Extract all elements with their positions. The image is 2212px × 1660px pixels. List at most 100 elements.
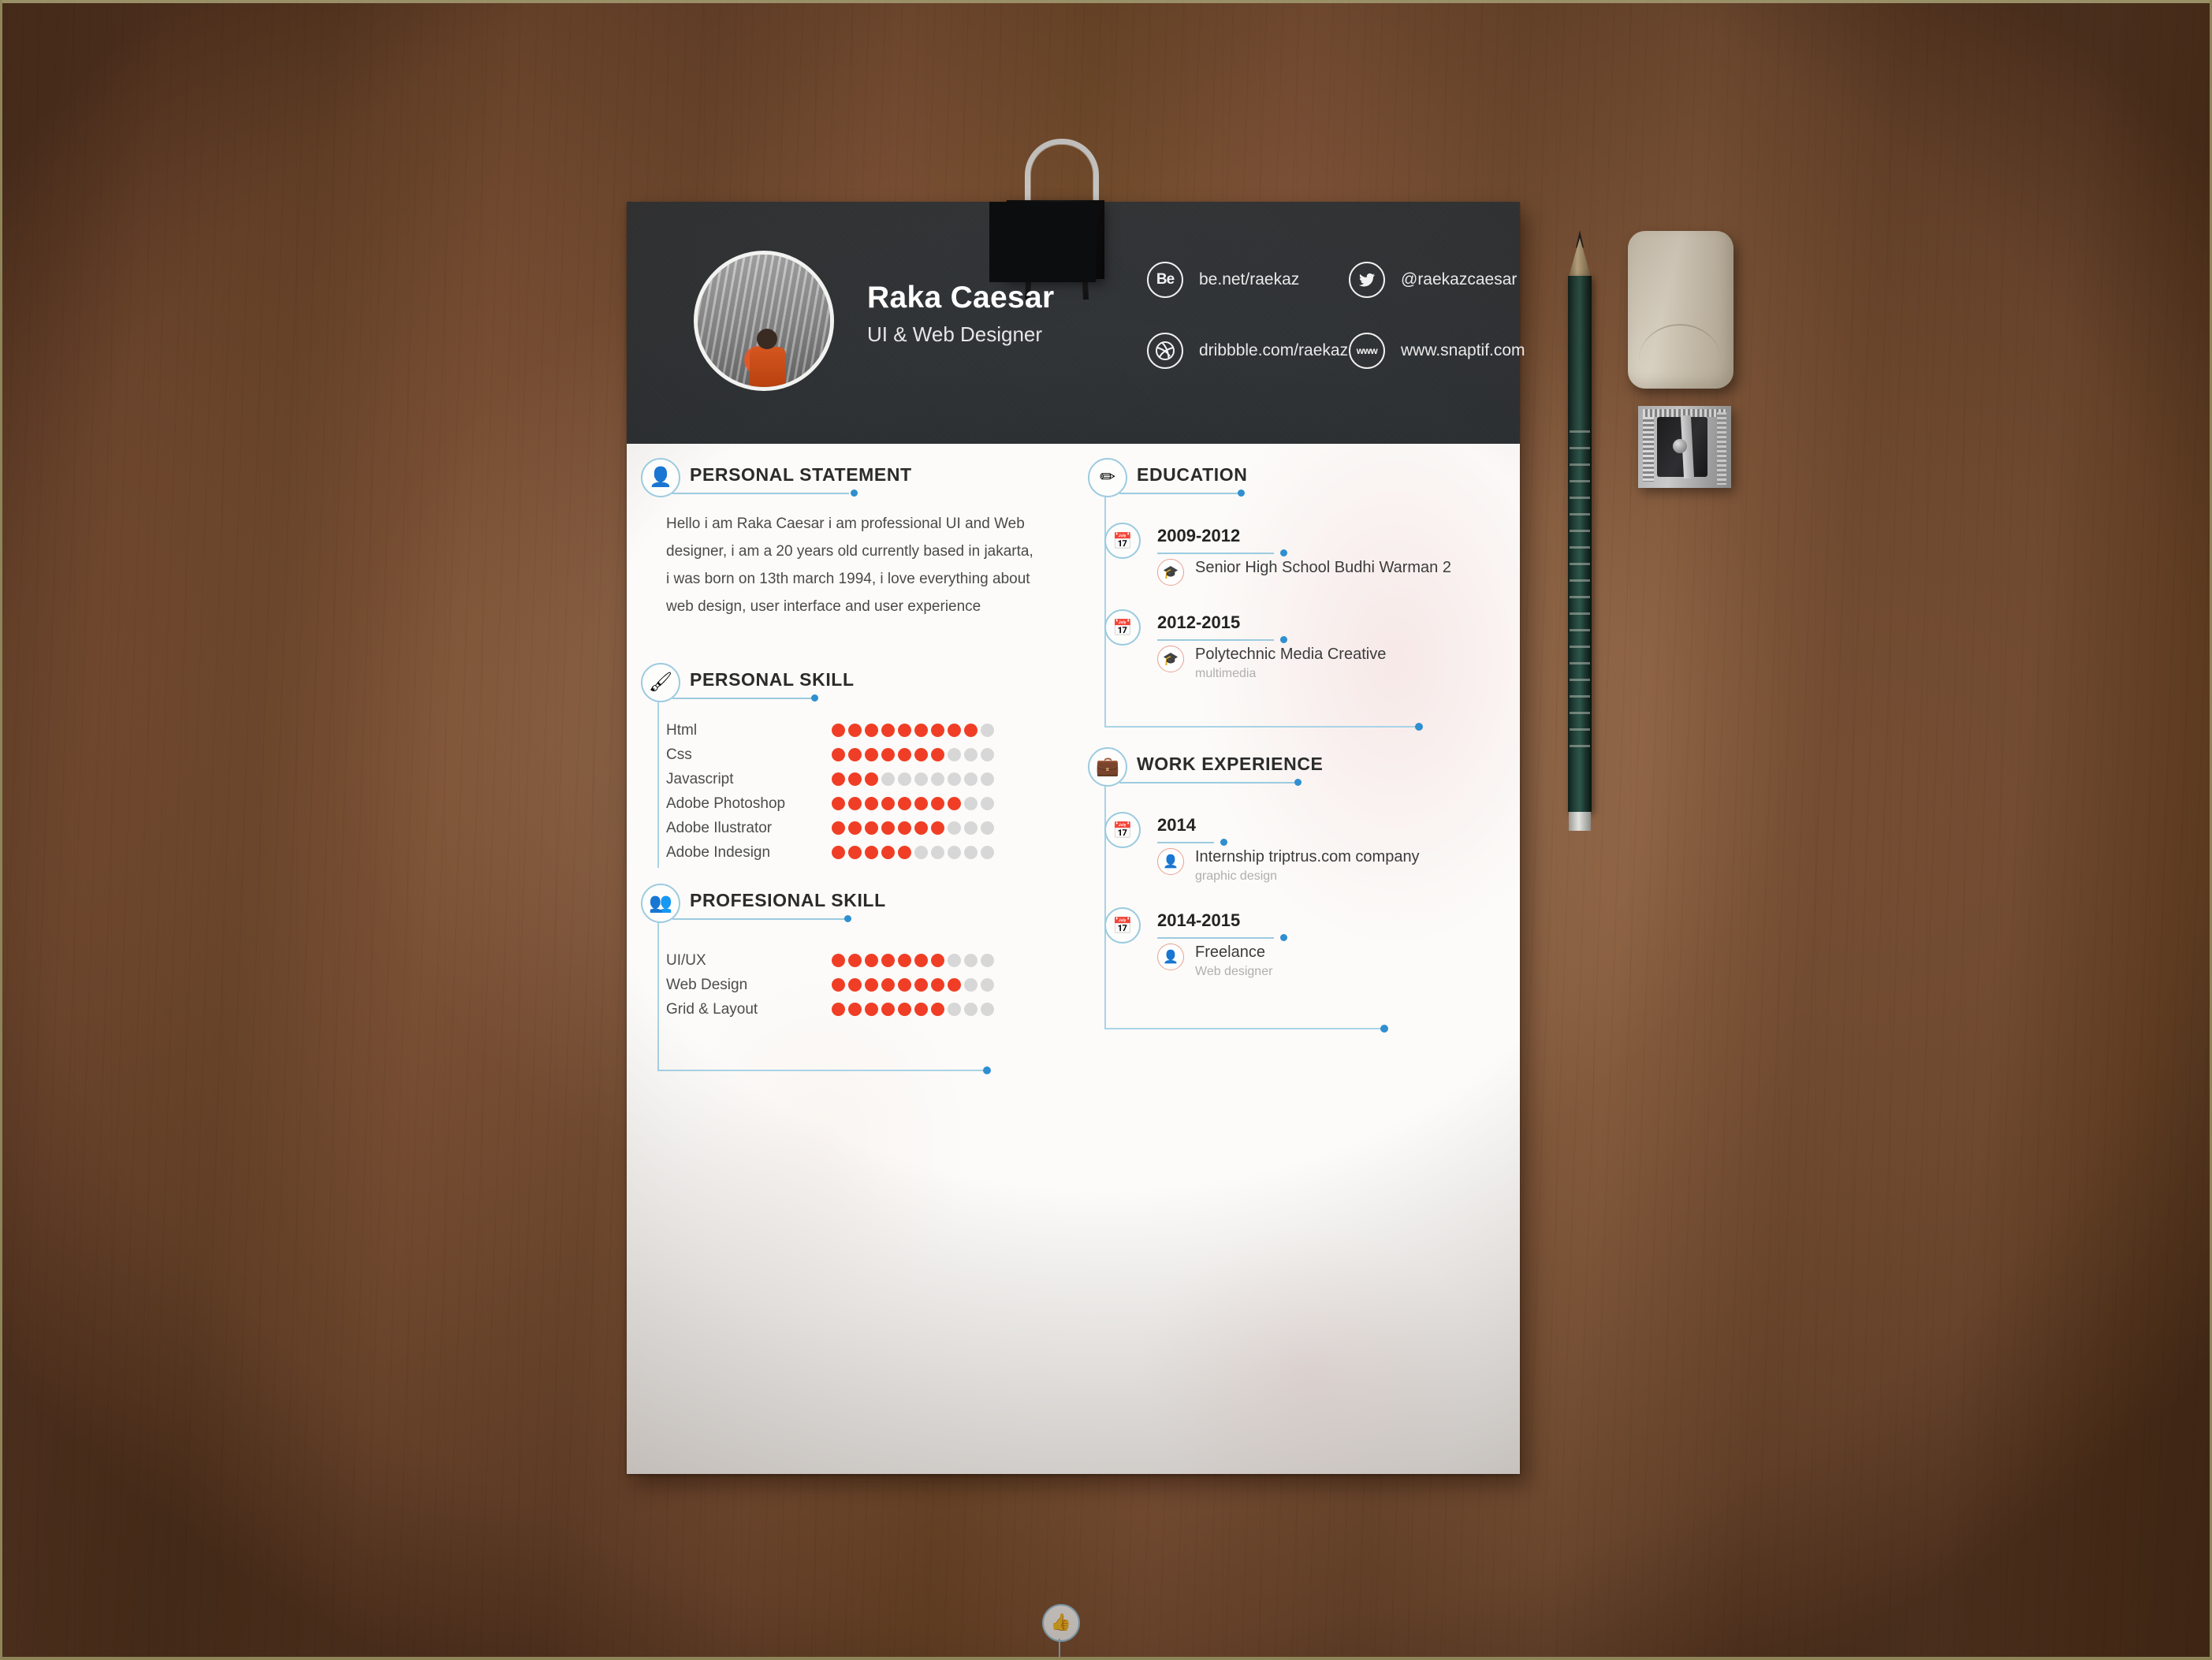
- rating-dot-filled: [865, 748, 878, 761]
- person-icon: 👤: [641, 458, 680, 497]
- rating-dot-filled: [948, 978, 961, 992]
- timeline-year: 2009-2012: [1157, 526, 1241, 545]
- rating-dot-filled: [832, 724, 845, 737]
- graduation-cap-icon: 🎓: [1157, 646, 1184, 672]
- rating-dot-filled: [848, 954, 862, 967]
- section-underline: [1119, 782, 1294, 783]
- rating-dot-filled: [931, 748, 944, 761]
- timeline-entry: 🎓 Polytechnic Media Creative multimedia: [1157, 646, 1498, 681]
- skill-label: Adobe Indesign: [666, 843, 771, 861]
- section-education: ✏ EDUCATION 📅 2009-2012 🎓 Senior High Schoo…: [1088, 458, 1498, 731]
- rating-dot-empty: [964, 797, 978, 810]
- rating-dot-empty: [964, 978, 978, 992]
- rating-dot-empty: [964, 1003, 978, 1016]
- social-link-dribbble[interactable]: dribbble.com/raekaz: [1147, 333, 1348, 369]
- social-link-twitter[interactable]: @raekazcaesar: [1349, 262, 1517, 298]
- rating-dot-empty: [964, 954, 978, 967]
- section-education-header: ✏ EDUCATION: [1088, 458, 1498, 499]
- twitter-icon: [1349, 262, 1385, 298]
- rating-dot-empty: [981, 724, 994, 737]
- section-title: WORK EXPERIENCE: [1137, 754, 1324, 774]
- rating-dot-filled: [832, 748, 845, 761]
- work-experience-list: 📅 2014 👤 Internship triptrus.com company gra…: [1104, 812, 1498, 979]
- rating-dot-filled: [848, 1003, 862, 1016]
- rating-dot-filled: [832, 772, 845, 786]
- rating-dot-filled: [881, 978, 895, 992]
- dribbble-icon: [1147, 333, 1183, 369]
- thumbs-up-icon: 👍: [1042, 1604, 1080, 1642]
- calendar-icon: 📅: [1104, 812, 1141, 848]
- rating-dot-filled: [865, 821, 878, 835]
- skill-row: Adobe Photoshop: [666, 791, 1067, 816]
- frame-edge-top: [0, 0, 2212, 3]
- rating-dot-filled: [832, 797, 845, 810]
- calendar-icon: 📅: [1104, 523, 1141, 559]
- rating-dot-empty: [981, 846, 994, 859]
- rating-dot-empty: [981, 772, 994, 786]
- timeline-title: Senior High School Budhi Warman 2: [1195, 559, 1451, 576]
- skill-label: Css: [666, 746, 692, 763]
- timeline-entry: 🎓 Senior High School Budhi Warman 2: [1157, 559, 1498, 586]
- rating-dot-filled: [931, 978, 944, 992]
- timeline-foot: [1104, 1028, 1385, 1029]
- section-profesional-skill-header: 👥 PROFESIONAL SKILL: [641, 884, 1067, 925]
- social-link-behance[interactable]: Be be.net/raekaz: [1147, 262, 1299, 298]
- pencil-sharpener-object: [1638, 406, 1731, 488]
- rating-dot-filled: [914, 797, 928, 810]
- rating-dot-empty: [964, 772, 978, 786]
- rating-dot-filled: [898, 724, 911, 737]
- rating-dot-filled: [832, 978, 845, 992]
- skill-rating-dots: [832, 954, 994, 967]
- sharpener-knurl-left: [1643, 412, 1654, 482]
- skill-row: Adobe Ilustrator: [666, 816, 1067, 840]
- rating-dot-empty: [964, 846, 978, 859]
- graduation-cap-icon: 🎓: [1157, 559, 1184, 586]
- section-personal-skill: 🖌 PERSONAL SKILL Html Css Javascript Adobe …: [641, 663, 1067, 868]
- behance-glyph: Be: [1156, 271, 1175, 288]
- rating-dot-empty: [898, 772, 911, 786]
- rating-dot-empty: [981, 954, 994, 967]
- pencil-icon: ✏: [1088, 458, 1127, 497]
- rating-dot-filled: [865, 724, 878, 737]
- avatar: [694, 251, 834, 391]
- timeline-subtitle: graphic design: [1195, 869, 1278, 883]
- rating-dot-empty: [948, 846, 961, 859]
- rating-dot-filled: [848, 978, 862, 992]
- rating-dot-filled: [865, 1003, 878, 1016]
- eraser-crease: [1639, 324, 1721, 360]
- resume-paper-sheet: Raka Caesar UI & Web Designer Be be.net/…: [627, 202, 1525, 1660]
- skill-row: Css: [666, 743, 1067, 767]
- timeline-year: 2014-2015: [1157, 910, 1241, 930]
- clip-shadow: [989, 202, 1096, 282]
- section-underline: [1119, 493, 1238, 494]
- website-icon: www: [1349, 333, 1385, 369]
- timeline-title: Internship triptrus.com company: [1195, 848, 1420, 865]
- social-link-website[interactable]: www www.snaptif.com: [1349, 333, 1525, 369]
- education-list: 📅 2009-2012 🎓 Senior High School Budhi Warm…: [1104, 523, 1498, 681]
- section-work-experience-header: 💼 WORK EXPERIENCE: [1088, 747, 1498, 788]
- timeline-foot: [657, 1070, 988, 1071]
- section-personal-statement-header: 👤 PERSONAL STATEMENT: [641, 458, 1067, 499]
- skill-label: Html: [666, 721, 698, 739]
- timeline-entry: 👤 Internship triptrus.com company graphic …: [1157, 848, 1498, 884]
- rating-dot-empty: [964, 821, 978, 835]
- rating-dot-empty: [981, 748, 994, 761]
- timeline-year: 2014: [1157, 815, 1196, 835]
- rating-dot-filled: [881, 954, 895, 967]
- rating-dot-filled: [848, 797, 862, 810]
- personal-statement-text: Hello i am Raka Caesar i am professional…: [666, 515, 1033, 615]
- user-badge-icon: 👤: [1157, 848, 1184, 875]
- rating-dot-filled: [881, 846, 895, 859]
- full-name: Raka Caesar: [867, 281, 1055, 315]
- rating-dot-filled: [948, 797, 961, 810]
- rating-dot-filled: [848, 748, 862, 761]
- rating-dot-filled: [931, 724, 944, 737]
- timeline-foot-dot: [1380, 1025, 1388, 1033]
- rating-dot-empty: [931, 772, 944, 786]
- skill-label: Grid & Layout: [666, 1000, 758, 1018]
- pencil-imprint: [1570, 426, 1590, 757]
- resume-body: 👤 PERSONAL STATEMENT Hello i am Raka Cae…: [627, 444, 1520, 1660]
- rating-dot-filled: [865, 978, 878, 992]
- rating-dot-filled: [898, 797, 911, 810]
- pencil-end-cap: [1569, 812, 1591, 831]
